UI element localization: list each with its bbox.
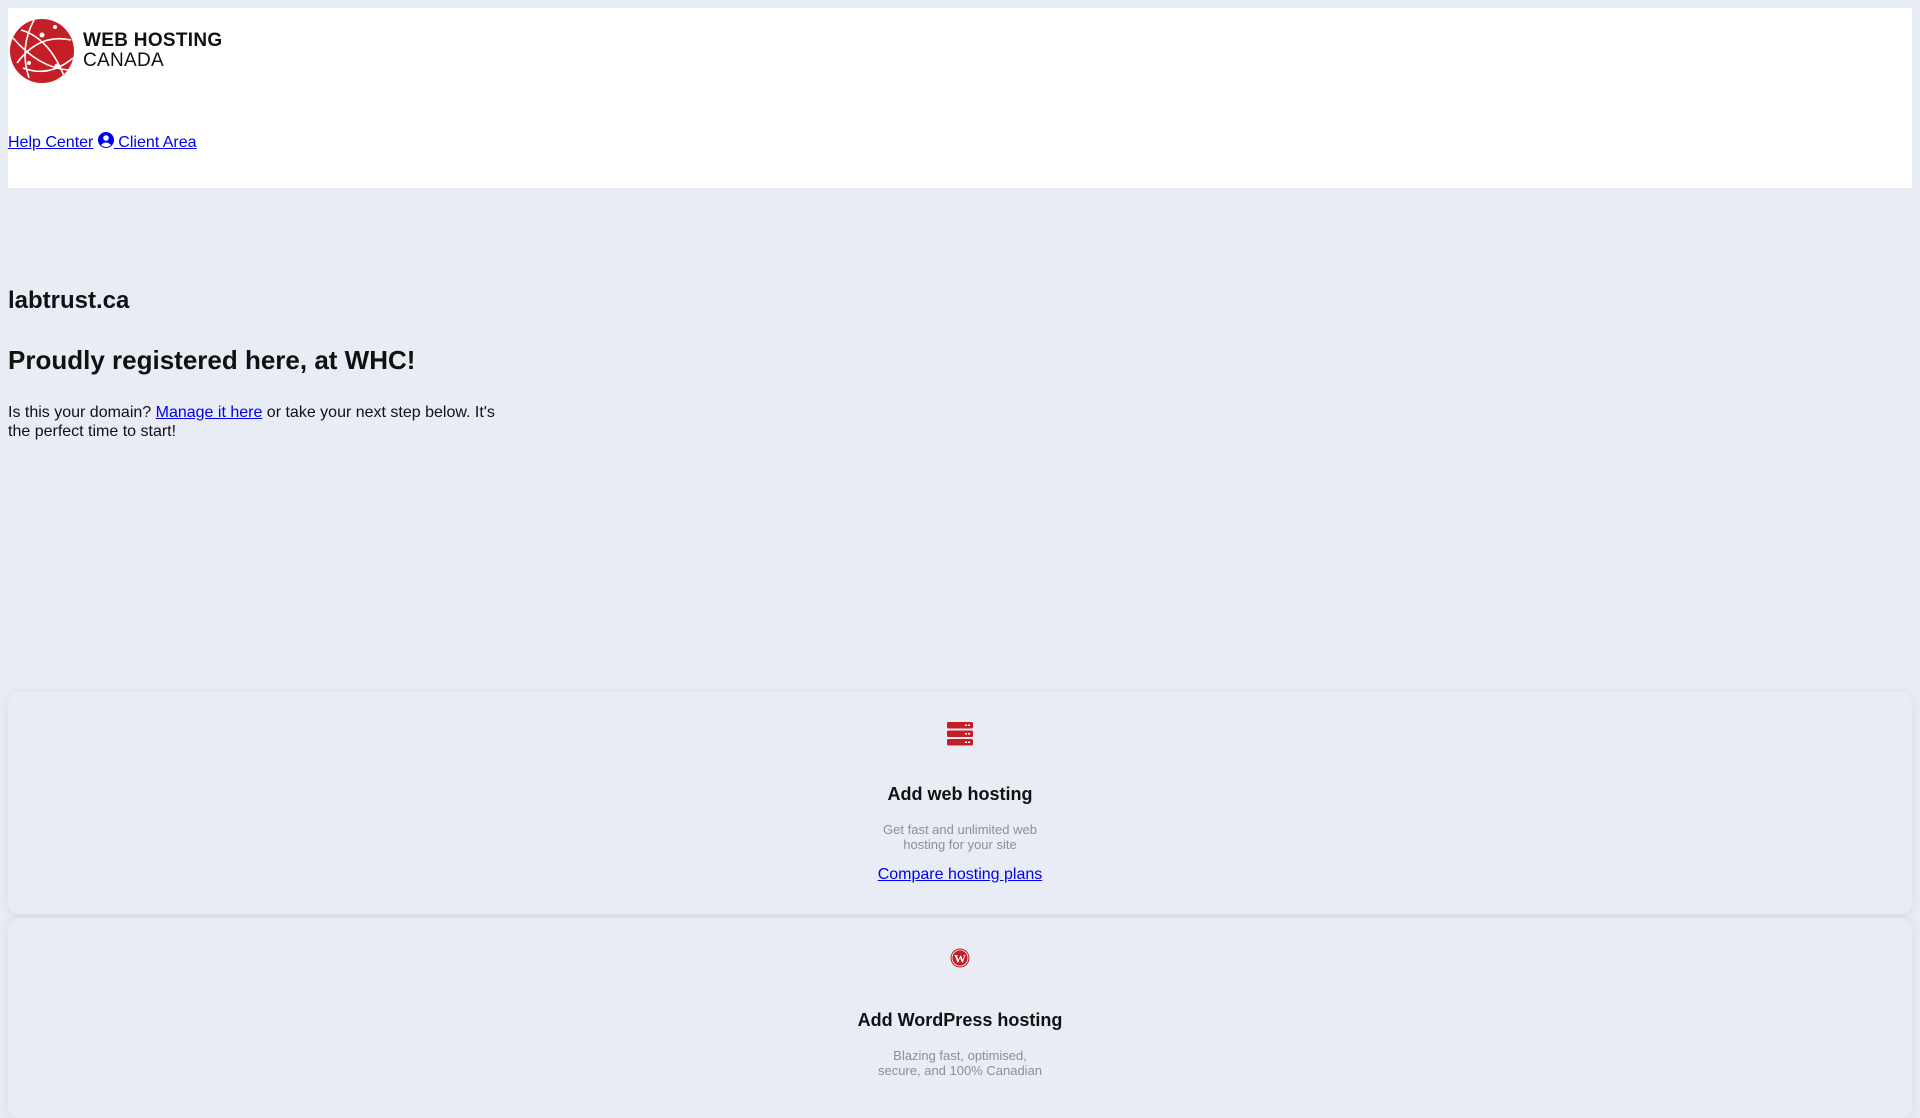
intro-before: Is this your domain? xyxy=(8,404,156,421)
site-header: WEB HOSTING CANADA Help Center Client Ar… xyxy=(8,8,1912,188)
logo-line2: CANADA xyxy=(83,50,164,71)
client-area-label: Client Area xyxy=(118,134,197,151)
whc-logo[interactable]: WEB HOSTING CANADA xyxy=(9,18,222,84)
help-center-link[interactable]: Help Center xyxy=(8,134,93,151)
web-hosting-card: Add web hosting Get fast and unlimited w… xyxy=(8,692,1912,914)
server-icon xyxy=(947,722,973,746)
svg-text:W: W xyxy=(954,952,966,966)
logo-line1: WEB HOSTING xyxy=(83,30,223,51)
card-title: Add WordPress hosting xyxy=(857,1010,1063,1030)
card-title: Add web hosting xyxy=(887,784,1033,804)
globe-logo-icon xyxy=(10,19,74,83)
top-nav: Help Center Client Area xyxy=(8,132,197,152)
compare-hosting-plans-link[interactable]: Compare hosting plans xyxy=(878,866,1043,883)
domain-name: labtrust.ca xyxy=(8,287,130,314)
manage-domain-link[interactable]: Manage it here xyxy=(156,404,263,421)
wordpress-icon: W xyxy=(950,948,970,968)
card-description: Get fast and unlimited web hosting for y… xyxy=(883,822,1037,852)
tagline: Proudly registered here, at WHC! xyxy=(8,345,416,375)
client-area-link[interactable]: Client Area xyxy=(97,132,197,151)
user-circle-icon xyxy=(97,132,114,148)
intro-text: Is this your domain? Manage it here or t… xyxy=(8,403,508,441)
wordpress-hosting-card: W Add WordPress hosting Blazing fast, op… xyxy=(8,918,1912,1118)
card-description: Blazing fast, optimised, secure, and 100… xyxy=(877,1048,1043,1078)
